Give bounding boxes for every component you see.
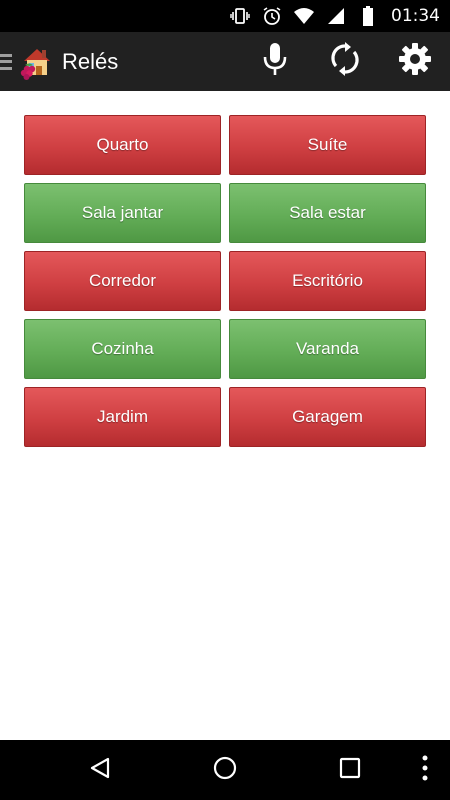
recents-button[interactable] [320, 740, 380, 800]
relay-button-quarto[interactable]: Quarto [24, 115, 221, 175]
microphone-button[interactable] [240, 32, 310, 91]
battery-icon [357, 5, 379, 27]
relay-button-sala-jantar[interactable]: Sala jantar [24, 183, 221, 243]
relay-button-jardim[interactable]: Jardim [24, 387, 221, 447]
overflow-menu-icon [421, 755, 429, 786]
overflow-menu-button[interactable] [395, 740, 450, 800]
relay-button-corredor[interactable]: Corredor [24, 251, 221, 311]
relay-panel: Quarto Suíte Sala jantar Sala estar Corr… [0, 91, 450, 740]
navigation-bar [0, 740, 450, 800]
alarm-icon [261, 5, 283, 27]
relay-button-sala-estar[interactable]: Sala estar [229, 183, 426, 243]
relay-button-suite[interactable]: Suíte [229, 115, 426, 175]
recents-icon [339, 757, 361, 784]
relay-button-cozinha[interactable]: Cozinha [24, 319, 221, 379]
home-icon [213, 756, 237, 785]
sync-button[interactable] [310, 32, 380, 91]
settings-icon [398, 42, 432, 81]
home-button[interactable] [195, 740, 255, 800]
app-logo-icon[interactable] [16, 43, 54, 81]
relay-button-varanda[interactable]: Varanda [229, 319, 426, 379]
drawer-menu-icon[interactable] [0, 51, 14, 73]
microphone-icon [262, 42, 288, 81]
relay-button-garagem[interactable]: Garagem [229, 387, 426, 447]
settings-button[interactable] [380, 32, 450, 91]
vibrate-icon [229, 5, 251, 27]
relay-button-escritorio[interactable]: Escritório [229, 251, 426, 311]
action-bar: Relés [0, 32, 450, 91]
app-title: Relés [62, 48, 119, 74]
status-bar: 01:34 [0, 0, 450, 32]
back-button[interactable] [70, 740, 130, 800]
wifi-icon [293, 5, 315, 27]
relay-grid: Quarto Suíte Sala jantar Sala estar Corr… [24, 115, 426, 447]
signal-icon [325, 5, 347, 27]
back-icon [88, 756, 112, 785]
sync-icon [330, 42, 360, 81]
status-time: 01:34 [391, 6, 440, 26]
